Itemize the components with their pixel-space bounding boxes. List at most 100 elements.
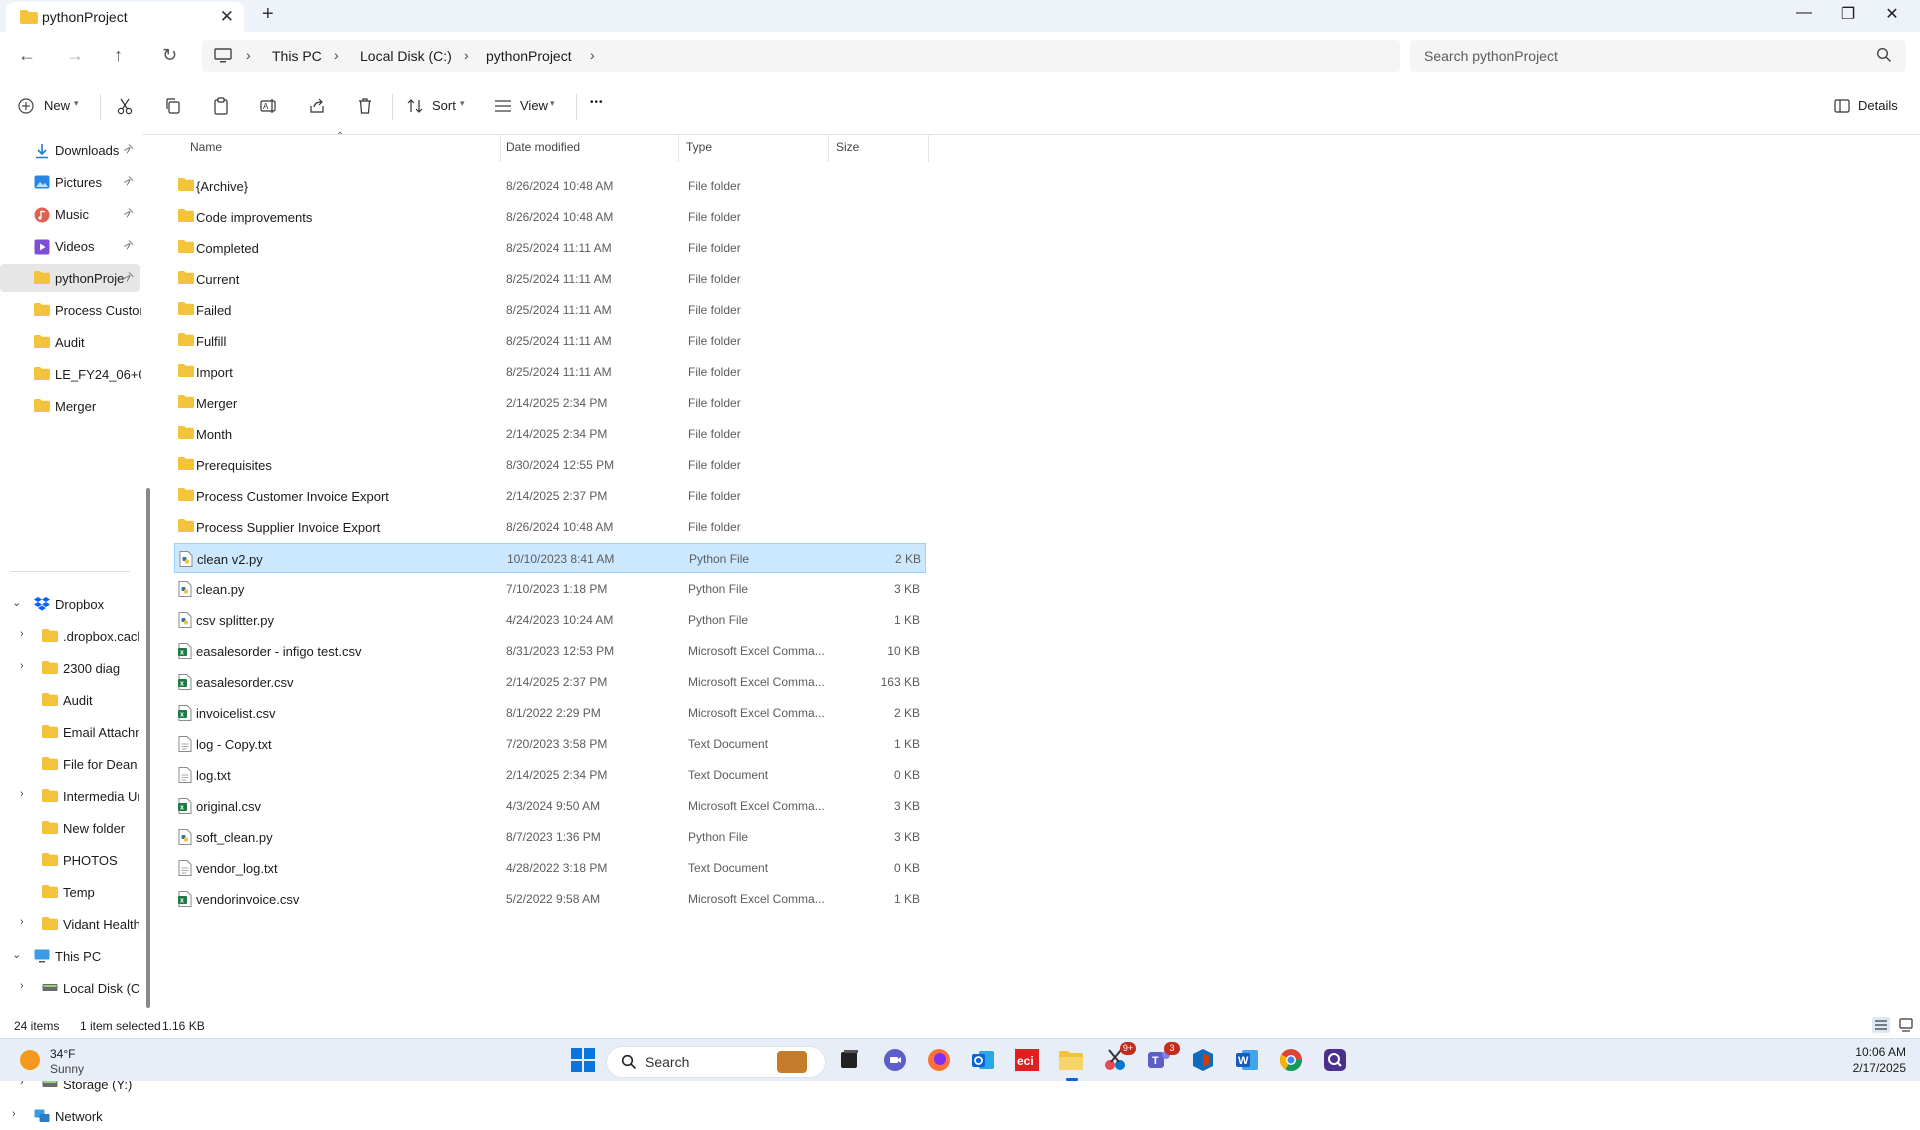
paste-icon[interactable]	[211, 96, 231, 116]
sidebar-item-network[interactable]: › Network	[0, 1102, 140, 1130]
chevron-right-icon[interactable]: ›	[20, 788, 24, 800]
chevron-right-icon[interactable]: ›	[20, 980, 24, 992]
chevron-right-icon[interactable]: ›	[590, 47, 595, 63]
chevron-right-icon[interactable]: ›	[334, 47, 339, 63]
copy-icon[interactable]	[163, 96, 183, 116]
sidebar-item-process-customer[interactable]: Process Customer	[0, 296, 141, 324]
breadcrumb-local-disk[interactable]: Local Disk (C:)	[360, 48, 452, 64]
delete-icon[interactable]	[355, 96, 375, 116]
sidebar-item-le-fy24-06-06[interactable]: LE_FY24_06+06	[0, 360, 141, 388]
snipping-icon[interactable]: 9+	[1102, 1042, 1136, 1075]
column-header-type[interactable]: Type	[686, 140, 712, 154]
file-row[interactable]: log.txt 2/14/2025 2:34 PM Text Document 0 K…	[174, 760, 926, 790]
column-header-name[interactable]: Name	[190, 140, 222, 154]
file-row[interactable]: Merger 2/14/2025 2:34 PM File folder	[174, 388, 926, 418]
sort-button[interactable]: Sort ▾	[406, 94, 470, 120]
chevron-right-icon[interactable]: ›	[20, 660, 24, 672]
sidebar-item-merger[interactable]: Merger	[0, 392, 140, 420]
sidebar-item-audit[interactable]: Audit	[0, 686, 140, 714]
file-row[interactable]: soft_clean.py 8/7/2023 1:36 PM Python File…	[174, 822, 926, 852]
sidebar-item-2300-diag[interactable]: › 2300 diag	[0, 654, 140, 682]
file-row[interactable]: {Archive} 8/26/2024 10:48 AM File folder	[174, 171, 926, 201]
chevron-right-icon[interactable]: ›	[20, 628, 24, 640]
outlook-icon[interactable]	[970, 1047, 998, 1075]
file-row[interactable]: Completed 8/25/2024 11:11 AM File folder	[174, 233, 926, 263]
file-row[interactable]: Failed 8/25/2024 11:11 AM File folder	[174, 295, 926, 325]
taskview-icon[interactable]	[836, 1047, 864, 1075]
file-row[interactable]: clean.py 7/10/2023 1:18 PM Python File 3 KB	[174, 574, 926, 604]
chevron-right-icon[interactable]: ›	[20, 916, 24, 928]
teams-icon[interactable]: T3	[1146, 1042, 1180, 1075]
file-row[interactable]: Fulfill 8/25/2024 11:11 AM File folder	[174, 326, 926, 356]
search-box[interactable]: Search pythonProject	[1410, 40, 1906, 72]
file-row[interactable]: x invoicelist.csv 8/1/2022 2:29 PM Microsof…	[174, 698, 926, 728]
file-row[interactable]: log - Copy.txt 7/20/2023 3:58 PM Text Docu…	[174, 729, 926, 759]
cut-icon[interactable]	[115, 96, 135, 116]
chevron-right-icon[interactable]: ›	[12, 1108, 16, 1120]
eci-icon[interactable]: eci	[1014, 1047, 1042, 1075]
close-tab-button[interactable]: ✕	[220, 7, 234, 27]
refresh-button[interactable]: ↻	[162, 45, 177, 66]
view-button[interactable]: View ▾	[494, 94, 560, 120]
clock[interactable]: 10:06 AM 2/17/2025	[1830, 1043, 1906, 1077]
sidebar-item-intermedia-un[interactable]: › Intermedia Un	[0, 782, 140, 810]
sidebar-item-new-folder[interactable]: New folder	[0, 814, 140, 842]
sidebar-item-vidant-health[interactable]: › Vidant Health	[0, 910, 140, 938]
file-row[interactable]: Code improvements 8/26/2024 10:48 AM File …	[174, 202, 926, 232]
sidebar-item--dropbox-cach[interactable]: › .dropbox.cach	[0, 622, 140, 650]
file-row[interactable]: clean v2.py 10/10/2023 8:41 AM Python File…	[174, 543, 926, 573]
breadcrumb-pythonproject[interactable]: pythonProject	[486, 48, 572, 64]
file-row[interactable]: Prerequisites 8/30/2024 12:55 PM File fold…	[174, 450, 926, 480]
sidebar-item-videos[interactable]: Videos ⊼	[0, 232, 140, 260]
sidebar-item-pictures[interactable]: Pictures ⊼	[0, 168, 140, 196]
file-row[interactable]: x original.csv 4/3/2024 9:50 AM Microsoft E…	[174, 791, 926, 821]
file-row[interactable]: x easalesorder - infigo test.csv 8/31/2023…	[174, 636, 926, 666]
chevron-down-icon[interactable]: ⌄	[12, 596, 21, 609]
file-row[interactable]: x easalesorder.csv 2/14/2025 2:37 PM Micros…	[174, 667, 926, 697]
sidebar-item-audit[interactable]: Audit	[0, 328, 140, 356]
column-divider[interactable]	[928, 134, 929, 162]
chevron-right-icon[interactable]: ›	[246, 47, 251, 63]
tab-pythonproject[interactable]: pythonProject ✕	[6, 2, 244, 32]
sidebar-item-pythonproject[interactable]: pythonProject⊼	[0, 264, 140, 292]
file-row[interactable]: Process Customer Invoice Export 2/14/2025…	[174, 481, 926, 511]
forward-button[interactable]: →	[66, 45, 84, 66]
explorer-icon[interactable]	[1058, 1047, 1086, 1081]
column-header-date[interactable]: Date modified	[506, 140, 580, 154]
file-row[interactable]: csv splitter.py 4/24/2023 10:24 AM Python …	[174, 605, 926, 635]
tiles-view-icon[interactable]	[1898, 1017, 1914, 1033]
details-pane-button[interactable]: Details	[1834, 94, 1904, 120]
sidebar-item-drive-0[interactable]: › Local Disk (C:)	[0, 974, 140, 1002]
minimize-button[interactable]: —	[1784, 4, 1824, 22]
file-row[interactable]: vendor_log.txt 4/28/2022 3:18 PM Text Docu…	[174, 853, 926, 883]
details-view-icon[interactable]	[1872, 1017, 1890, 1033]
m365-icon[interactable]	[1190, 1047, 1218, 1075]
sidebar-item-music[interactable]: Music ⊼	[0, 200, 140, 228]
sidebar-item-this-pc[interactable]: ⌄ This PC	[0, 942, 140, 970]
file-row[interactable]: Import 8/25/2024 11:11 AM File folder	[174, 357, 926, 387]
file-row[interactable]: Current 8/25/2024 11:11 AM File folder	[174, 264, 926, 294]
rename-icon[interactable]: A	[259, 96, 279, 116]
up-button[interactable]: ↑	[114, 45, 123, 66]
app-icon[interactable]	[1322, 1047, 1350, 1075]
address-bar[interactable]: › This PC › Local Disk (C:) › pythonProj…	[202, 40, 1400, 72]
breadcrumb-this-pc[interactable]: This PC	[272, 48, 322, 64]
close-window-button[interactable]: ✕	[1872, 4, 1912, 24]
file-row[interactable]: Month 2/14/2025 2:34 PM File folder	[174, 419, 926, 449]
meet-icon[interactable]	[882, 1047, 910, 1075]
new-tab-button[interactable]: +	[262, 3, 274, 26]
share-icon[interactable]	[307, 96, 327, 116]
column-divider[interactable]	[678, 134, 679, 162]
sidebar-scrollbar[interactable]	[146, 488, 150, 1008]
new-button[interactable]: New ▾	[18, 94, 86, 120]
sidebar-item-downloads[interactable]: Downloads ⊼	[0, 136, 140, 164]
start-icon[interactable]	[570, 1047, 598, 1075]
sidebar-item-dropbox[interactable]: ⌄ Dropbox	[0, 590, 140, 618]
chrome-icon[interactable]	[1278, 1047, 1306, 1075]
sidebar-item-temp[interactable]: Temp	[0, 878, 140, 906]
sidebar-item-photos[interactable]: PHOTOS	[0, 846, 140, 874]
column-divider[interactable]	[828, 134, 829, 162]
weather-widget[interactable]: 34°F Sunny	[18, 1047, 108, 1077]
chevron-down-icon[interactable]: ⌄	[12, 948, 21, 961]
more-options-button[interactable]: •••	[590, 97, 604, 108]
